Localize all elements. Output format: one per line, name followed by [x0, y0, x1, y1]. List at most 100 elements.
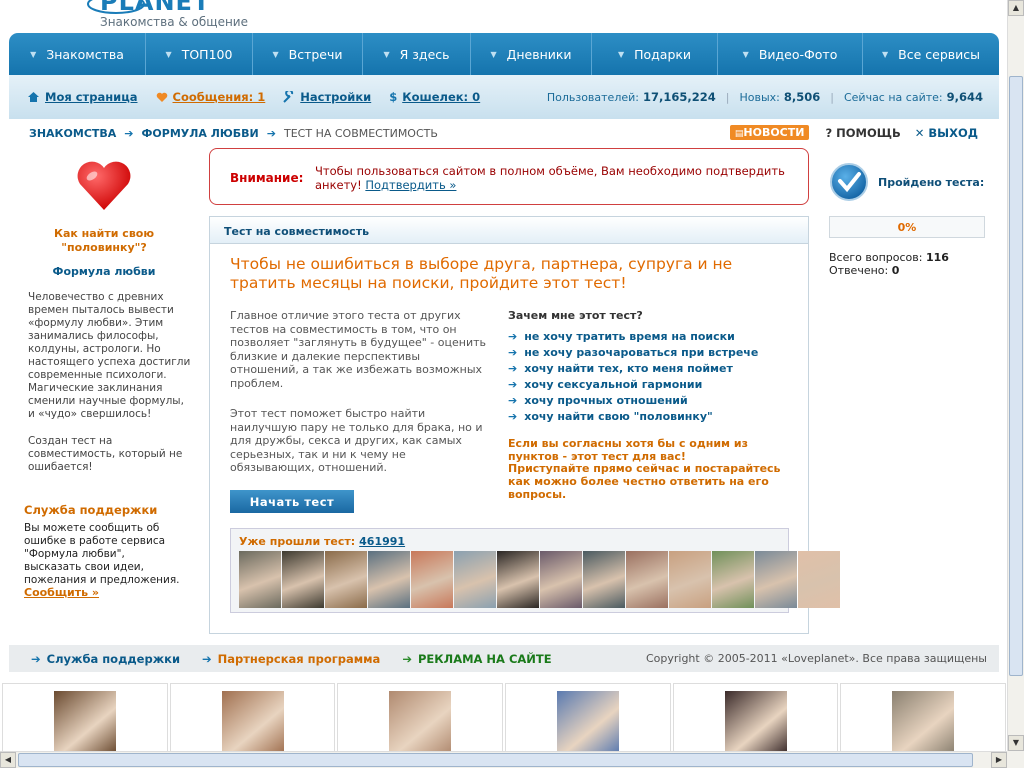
panel-title: Тест на совместимость [210, 217, 808, 244]
breadcrumb-current: ТЕСТ НА СОВМЕСТИМОСТЬ [284, 126, 438, 140]
footer-ads-link[interactable]: ➔ РЕКЛАМА НА САЙТЕ [402, 652, 551, 666]
why-item[interactable]: ➔ не хочу тратить время на поиски [508, 328, 758, 344]
user-photo-thumbnail[interactable] [583, 551, 625, 608]
home-icon [27, 91, 40, 103]
user-photo-thumbnail[interactable] [325, 551, 367, 608]
why-item[interactable]: ➔ хочу найти тех, кто меня поймет [508, 360, 758, 376]
my-page-label[interactable]: Моя страница [45, 90, 138, 104]
logo-tagline: Знакомства & общение [100, 15, 248, 29]
breadcrumb-love-formula[interactable]: ФОРМУЛА ЛЮБВИ [142, 127, 259, 140]
nav-item-2[interactable]: ▼ Встречи [253, 33, 363, 75]
nav-item-label: Все сервисы [898, 46, 980, 62]
nav-item-label: Видео-Фото [758, 46, 838, 62]
user-photo-thumbnail[interactable] [540, 551, 582, 608]
nav-item-5[interactable]: ▼ Подарки [592, 33, 718, 75]
exit-link[interactable]: ✕ ВЫХОД [915, 126, 978, 140]
user-photo-thumbnail[interactable] [239, 551, 281, 608]
why-item-label: не хочу тратить время на поиски [524, 329, 735, 343]
scroll-up-icon[interactable]: ▲ [1008, 0, 1024, 16]
ad-tile[interactable] [337, 683, 504, 753]
why-item[interactable]: ➔ хочу сексуальной гармонии [508, 376, 758, 392]
help-link[interactable]: ? ПОМОЩЬ [825, 126, 900, 140]
page: PLANET Знакомства & общение ▼ Знакомства ▼… [0, 0, 1024, 768]
breadcrumb-dating[interactable]: ЗНАКОМСТВА [29, 127, 116, 140]
wrench-icon [283, 91, 295, 103]
support-title: Служба поддержки [24, 503, 158, 517]
scroll-left-icon[interactable]: ◀ [0, 752, 16, 768]
user-photo-thumbnail[interactable] [755, 551, 797, 608]
passed-box: Уже прошли тест: 461991 [230, 528, 840, 613]
ad-tile[interactable] [672, 683, 839, 753]
user-bar: Моя страница Сообщения: 1 Настройки $ Ко… [9, 75, 999, 119]
horizontal-scroll-thumb[interactable] [18, 753, 973, 767]
nav-item-1[interactable]: ▼ ТОП100 [146, 33, 253, 75]
arrow-right-icon: ➔ [508, 345, 518, 359]
users-count: 17,165,224 [642, 90, 716, 104]
user-photo-thumbnail[interactable] [497, 551, 539, 608]
scroll-down-icon[interactable]: ▼ [1008, 735, 1024, 751]
start-test-button[interactable]: Начать тест [230, 490, 354, 513]
messages-label[interactable]: Сообщения: 1 [173, 90, 266, 104]
why-item[interactable]: ➔ хочу найти свою "половинку" [508, 408, 758, 424]
nav-item-6[interactable]: ▼ Видео-Фото [718, 33, 863, 75]
passed-label: Уже прошли тест: 461991 [239, 535, 405, 548]
wallet-link[interactable]: $ Кошелек: 0 [389, 90, 480, 104]
passed-count-link[interactable]: 461991 [359, 535, 405, 548]
arrow-right-icon: ➔ [508, 409, 518, 423]
ad-tile[interactable] [505, 683, 671, 753]
ad-tile[interactable] [169, 683, 336, 753]
user-photo-thumbnail[interactable] [712, 551, 754, 608]
heart-icon [156, 92, 168, 103]
user-photo-thumbnail[interactable] [798, 551, 840, 608]
ad-tile[interactable] [840, 683, 1007, 753]
settings-link[interactable]: Настройки [283, 90, 371, 104]
ad-image [53, 691, 116, 753]
triangle-down-icon: ▼ [617, 49, 625, 59]
site-logo[interactable]: PLANET Знакомства & общение [86, 0, 286, 32]
user-photo-thumbnail[interactable] [411, 551, 453, 608]
ad-tile[interactable] [2, 683, 168, 753]
wallet-label[interactable]: Кошелек: 0 [402, 90, 480, 104]
user-photo-thumbnail[interactable] [669, 551, 711, 608]
footer: ➔ Служба поддержки ➔ Партнерская программа… [9, 645, 999, 672]
left-text-created: Создан тест на совместимость, который не… [28, 435, 183, 473]
answered-value: 0 [891, 264, 900, 277]
nav-item-label: Знакомства [46, 46, 124, 62]
user-photo-thumbnail[interactable] [454, 551, 496, 608]
love-formula-link[interactable]: Формула любви [40, 265, 168, 278]
nav-item-3[interactable]: ▼ Я здесь [363, 33, 471, 75]
footer-partner-link[interactable]: ➔ Партнерская программа [202, 652, 380, 666]
why-title: Зачем мне этот тест? [508, 309, 643, 322]
news-button[interactable]: ▤НОВОСТИ [729, 125, 810, 140]
horizontal-scrollbar[interactable]: ◀ ▶ [0, 751, 1007, 768]
panel-headline: Чтобы не ошибиться в выборе друга, партн… [230, 255, 733, 292]
why-item[interactable]: ➔ хочу прочных отношений [508, 392, 758, 408]
scroll-right-icon[interactable]: ▶ [991, 752, 1007, 768]
arrow-right-icon: ➔ [124, 126, 134, 140]
answered-label: Отвечено: [829, 264, 889, 277]
footer-support-link[interactable]: ➔ Служба поддержки [31, 652, 180, 666]
why-item[interactable]: ➔ не хочу разочароваться при встрече [508, 344, 758, 360]
user-photo-thumbnail[interactable] [626, 551, 668, 608]
nav-item-label: Я здесь [399, 46, 450, 62]
triangle-down-icon: ▼ [165, 49, 172, 59]
arrow-right-icon: ➔ [266, 126, 276, 140]
messages-link[interactable]: Сообщения: 1 [156, 90, 266, 104]
user-photo-thumbnail[interactable] [368, 551, 410, 608]
arrow-right-icon: ➔ [508, 377, 518, 391]
footer-ads-label: РЕКЛАМА НА САЙТЕ [417, 651, 552, 666]
my-page-link[interactable]: Моя страница [27, 90, 138, 104]
user-photo-thumbnail[interactable] [282, 551, 324, 608]
nav-item-7[interactable]: ▼ Все сервисы [863, 33, 999, 75]
vertical-scroll-thumb[interactable] [1009, 76, 1023, 676]
why-item-label: хочу найти тех, кто меня поймет [524, 361, 733, 375]
nav-item-0[interactable]: ▼ Знакомства [9, 33, 146, 75]
report-link[interactable]: Сообщить » [24, 586, 99, 599]
triangle-down-icon: ▼ [272, 49, 279, 59]
confirm-link[interactable]: Подтвердить » [365, 178, 456, 192]
total-questions: Всего вопросов: 116 [829, 251, 949, 264]
settings-label[interactable]: Настройки [300, 90, 371, 104]
nav-item-4[interactable]: ▼ Дневники [471, 33, 592, 75]
vertical-scrollbar[interactable]: ▲ ▼ [1007, 0, 1024, 751]
arrow-right-icon: ➔ [202, 651, 212, 666]
